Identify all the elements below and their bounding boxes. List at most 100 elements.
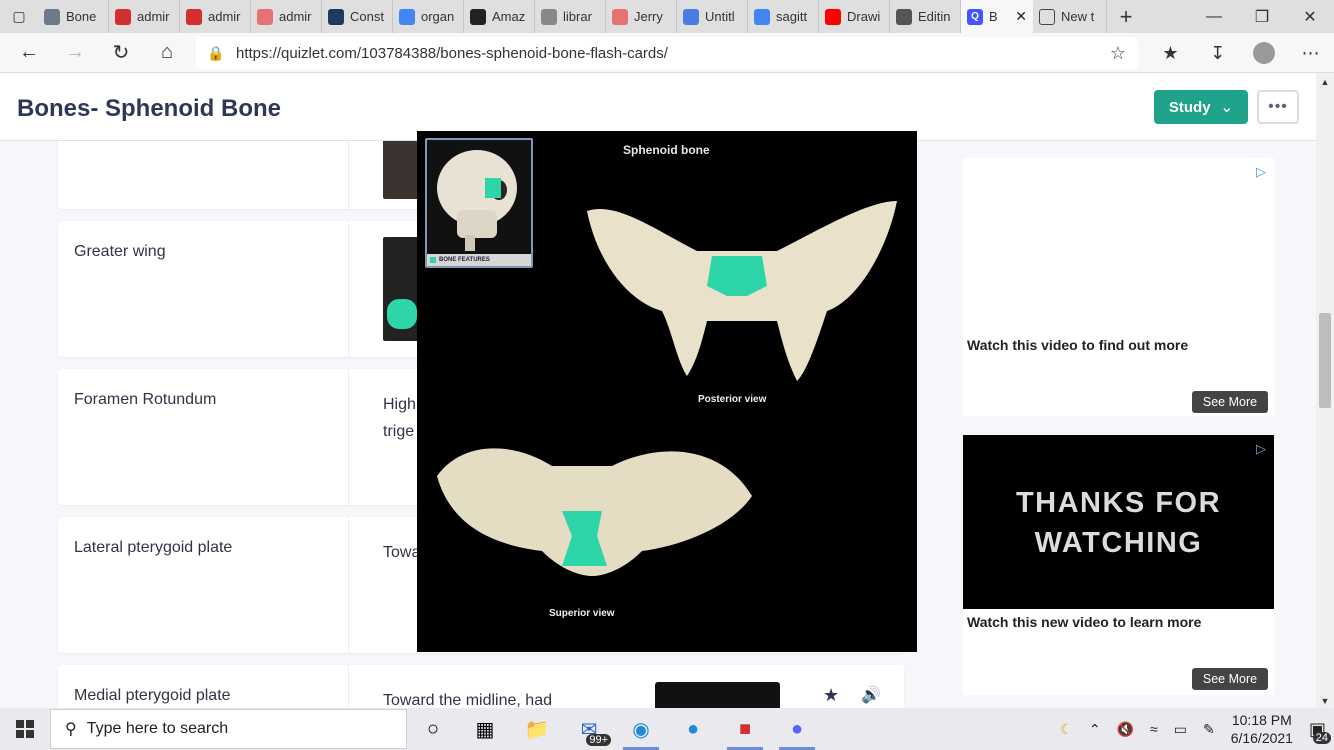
taskbar-search-input[interactable]: ⚲ Type here to search — [50, 709, 407, 749]
audio-speaker-icon[interactable]: 🔊 — [861, 685, 881, 705]
tab-4[interactable]: Const — [322, 0, 393, 33]
card-image-thumbnail[interactable] — [655, 682, 780, 708]
tab-8[interactable]: Jerry — [606, 0, 677, 33]
scroll-down-icon[interactable]: ▼ — [1316, 696, 1334, 706]
tab-12[interactable]: Editin — [890, 0, 961, 33]
tab-new[interactable]: New t — [1033, 0, 1107, 33]
minimize-icon[interactable]: — — [1190, 0, 1238, 33]
adchoices-icon[interactable]: ▷ — [1256, 164, 1266, 180]
more-options-button[interactable]: ••• — [1257, 90, 1299, 124]
new-tab-plus-icon[interactable]: + — [1107, 0, 1145, 33]
discord-icon[interactable]: ● — [771, 708, 823, 750]
ad-panel-2[interactable]: THANKS FOR WATCHING ▷ Watch this new vid… — [963, 435, 1274, 695]
search-placeholder: Type here to search — [86, 720, 229, 737]
back-icon[interactable]: ← — [6, 41, 52, 64]
file-explorer-icon[interactable]: 📁 — [511, 708, 563, 750]
wifi-icon[interactable]: ≈ — [1142, 721, 1166, 737]
chevron-down-icon: ⌄ — [1220, 99, 1234, 116]
ad-video[interactable]: THANKS FOR WATCHING — [963, 435, 1274, 609]
tab-favicon-icon — [612, 8, 628, 25]
show-hidden-icons-icon[interactable]: ⌃ — [1081, 721, 1109, 738]
teal-highlight — [387, 299, 417, 329]
mail-badge: 99+ — [586, 734, 611, 746]
star-icon[interactable]: ★ — [823, 685, 839, 706]
add-favorite-icon[interactable]: ☆ — [1098, 43, 1138, 64]
see-more-button[interactable]: See More — [1192, 391, 1268, 413]
inset-legend: BONE FEATURES — [427, 254, 531, 266]
superior-view-image — [437, 448, 752, 576]
card-divider — [348, 665, 349, 708]
clock[interactable]: 10:18 PM 6/16/2021 — [1223, 711, 1301, 747]
tab-10[interactable]: sagitt — [748, 0, 819, 33]
clock-time: 10:18 PM — [1231, 712, 1292, 728]
ad-text: Watch this video to find out more — [967, 337, 1189, 353]
card-term: Lateral pterygoid plate — [74, 539, 233, 556]
tab-5[interactable]: organ — [393, 0, 464, 33]
scroll-up-icon[interactable]: ▲ — [1316, 77, 1334, 87]
edge-browser-icon[interactable]: ◉ — [615, 708, 667, 750]
pen-icon[interactable]: ✎ — [1195, 721, 1223, 738]
adchoices-icon[interactable]: ▷ — [1256, 441, 1266, 457]
tab-favicon-icon — [328, 8, 344, 25]
tab-strip: ▢ Bone admir admir admir Const organ Amaz libra… — [0, 0, 1334, 33]
skull-inset-image: BONE FEATURES — [425, 138, 533, 268]
night-light-icon[interactable]: ☾ — [1052, 721, 1081, 738]
newtab-favicon-icon — [1039, 8, 1055, 25]
windows-taskbar: ⚲ Type here to search ○ ▦ 📁 ✉ 99+ ◉ ● ■ ●… — [0, 708, 1334, 750]
home-icon[interactable]: ⌂ — [144, 41, 190, 64]
url-field[interactable]: 🔒 https://quizlet.com/103784388/bones-sp… — [196, 37, 1138, 69]
tab-actions-icon[interactable]: ▢ — [0, 0, 38, 33]
app-icon[interactable]: ● — [667, 708, 719, 750]
notifications-icon[interactable]: ▣ 24 — [1301, 719, 1334, 744]
tab-9[interactable]: Untitl — [677, 0, 748, 33]
tab-favicon-icon — [683, 8, 699, 25]
clock-date: 6/16/2021 — [1230, 730, 1293, 746]
tab-label: Bone — [66, 9, 97, 24]
windows-start-icon[interactable] — [0, 708, 50, 750]
posterior-view-label: Posterior view — [698, 394, 767, 405]
refresh-icon[interactable]: ↻ — [98, 40, 144, 65]
tab-1[interactable]: admir — [109, 0, 180, 33]
favorites-icon[interactable]: ★ — [1147, 43, 1194, 64]
address-bar: ← → ↻ ⌂ 🔒 https://quizlet.com/103784388/… — [0, 33, 1334, 73]
cortana-icon[interactable]: ○ — [407, 708, 459, 750]
legend-swatch — [430, 257, 436, 263]
profile-avatar[interactable] — [1253, 42, 1275, 64]
image-overlay[interactable]: BONE FEATURES Sphenoid bone Posterior vi… — [417, 131, 917, 652]
study-button[interactable]: Study ⌄ — [1154, 90, 1248, 124]
battery-icon[interactable]: ▭ — [1166, 721, 1195, 738]
tab-label: organ — [421, 9, 455, 24]
tab-label: admir — [137, 9, 170, 24]
tab-7[interactable]: librar — [535, 0, 606, 33]
settings-more-icon[interactable]: ⋯ — [1287, 43, 1334, 64]
tab-11[interactable]: Drawi — [819, 0, 890, 33]
acrobat-icon[interactable]: ■ — [719, 708, 771, 750]
url-text[interactable]: https://quizlet.com/103784388/bones-sphe… — [236, 45, 668, 62]
lock-icon[interactable]: 🔒 — [196, 45, 236, 62]
task-view-icon[interactable]: ▦ — [459, 708, 511, 750]
see-more-button[interactable]: See More — [1192, 668, 1268, 690]
tab-favicon-icon — [754, 8, 770, 25]
page-scrollbar[interactable]: ▲ ▼ — [1316, 73, 1334, 708]
scrollbar-thumb[interactable] — [1319, 313, 1331, 408]
tab-6[interactable]: Amaz — [464, 0, 535, 33]
mail-icon[interactable]: ✉ 99+ — [563, 708, 615, 750]
ad-panel-1[interactable]: ▷ Watch this video to find out more See … — [963, 158, 1274, 416]
tab-3[interactable]: admir — [251, 0, 322, 33]
close-window-icon[interactable]: ✕ — [1286, 0, 1334, 33]
quizlet-favicon-icon: Q — [967, 8, 983, 25]
tab-0[interactable]: Bone — [38, 0, 109, 33]
tab-active[interactable]: Q B ✕ — [961, 0, 1033, 33]
close-tab-icon[interactable]: ✕ — [1015, 8, 1027, 25]
card-divider — [348, 141, 349, 209]
restore-icon[interactable]: ❐ — [1238, 0, 1286, 33]
notification-count: 24 — [1312, 731, 1331, 744]
card-term: Greater wing — [74, 243, 166, 260]
tab-2[interactable]: admir — [180, 0, 251, 33]
forward-icon[interactable]: → — [52, 41, 98, 64]
card-divider — [348, 517, 349, 653]
downloads-icon[interactable]: ↧ — [1194, 43, 1241, 64]
volume-muted-icon[interactable]: 🔇 — [1109, 721, 1142, 738]
tab-label: Drawi — [847, 9, 881, 24]
tab-favicon-icon — [541, 8, 557, 25]
